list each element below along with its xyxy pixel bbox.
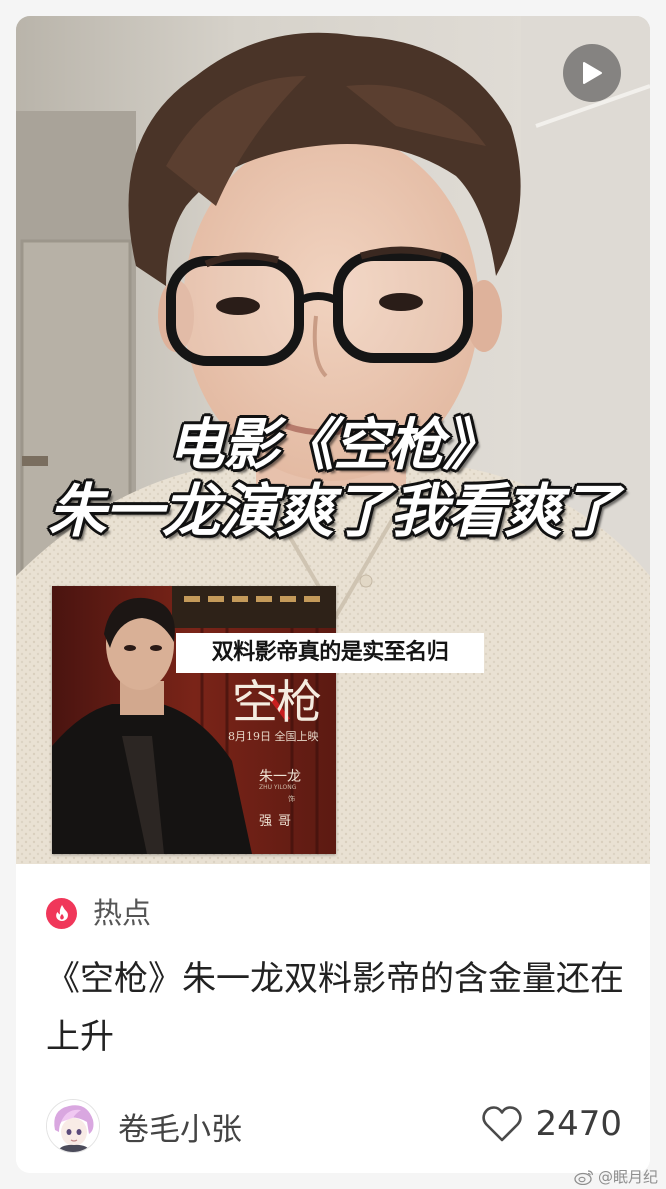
fire-icon xyxy=(46,897,77,929)
poster-release-date: 8月19日 全国上映 xyxy=(228,730,319,743)
watermark-text: @眠月纪 xyxy=(597,1168,658,1186)
play-icon xyxy=(583,62,602,84)
post-meta: 热点 《空枪》朱一龙双料影帝的含金量还在上升 卷毛小张 2470 xyxy=(16,864,650,1173)
poster-actor-name: 朱一龙 xyxy=(259,769,301,785)
video-card[interactable]: 电影《空枪》 朱一龙演爽了我看爽了 空枪 8月19日 全国上映 朱一龙 ZHU … xyxy=(16,16,650,1173)
cover-caption-line-1: 电影《空枪》 xyxy=(168,413,499,478)
author-name[interactable]: 卷毛小张 xyxy=(118,1104,242,1149)
hot-tag[interactable]: 热点 xyxy=(46,896,151,930)
cover-caption-line-2: 朱一龙演爽了我看爽了 xyxy=(47,477,619,545)
poster-actor-name-en: ZHU YILONG xyxy=(259,784,297,791)
play-button[interactable] xyxy=(563,44,621,102)
author-info[interactable]: 卷毛小张 xyxy=(46,1099,242,1153)
poster-title: 空枪 xyxy=(232,675,322,729)
like-button[interactable]: 2470 xyxy=(481,1104,622,1144)
weibo-icon xyxy=(574,1169,594,1185)
heart-outline-icon xyxy=(482,1106,523,1142)
overlay-banner: 双料影帝真的是实至名归 xyxy=(176,633,484,673)
movie-poster: 空枪 8月19日 全国上映 朱一龙 ZHU YILONG 饰 强哥 xyxy=(52,586,336,854)
poster-role-prefix: 饰 xyxy=(288,795,295,803)
like-count: 2470 xyxy=(535,1104,622,1144)
video-cover[interactable]: 电影《空枪》 朱一龙演爽了我看爽了 空枪 8月19日 全国上映 朱一龙 ZHU … xyxy=(16,16,650,864)
poster-role-name: 强哥 xyxy=(259,814,298,829)
avatar[interactable] xyxy=(46,1099,100,1153)
tag-label: 热点 xyxy=(93,896,152,930)
watermark: @眠月纪 xyxy=(574,1166,658,1187)
post-title[interactable]: 《空枪》朱一龙双料影帝的含金量还在上升 xyxy=(46,950,626,1066)
